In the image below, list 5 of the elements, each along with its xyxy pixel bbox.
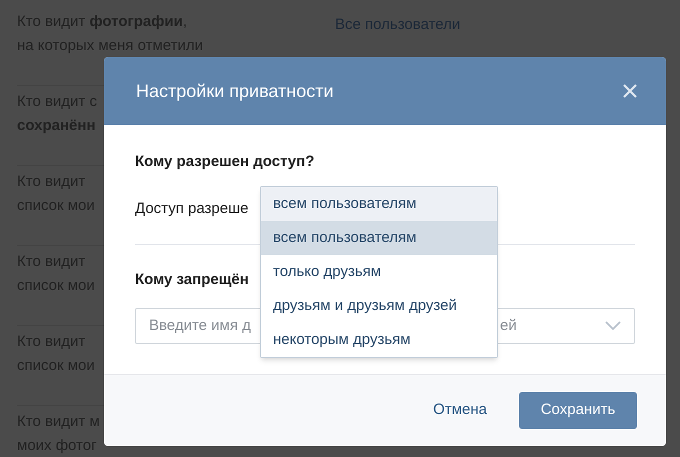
section-heading: Кому запрещён [135,270,249,290]
dialog-title: Настройки приватности [136,80,334,103]
section-heading: Кому разрешен доступ? [135,152,314,172]
placeholder-text: ей [500,316,517,336]
access-label: Доступ разреше [135,198,248,218]
